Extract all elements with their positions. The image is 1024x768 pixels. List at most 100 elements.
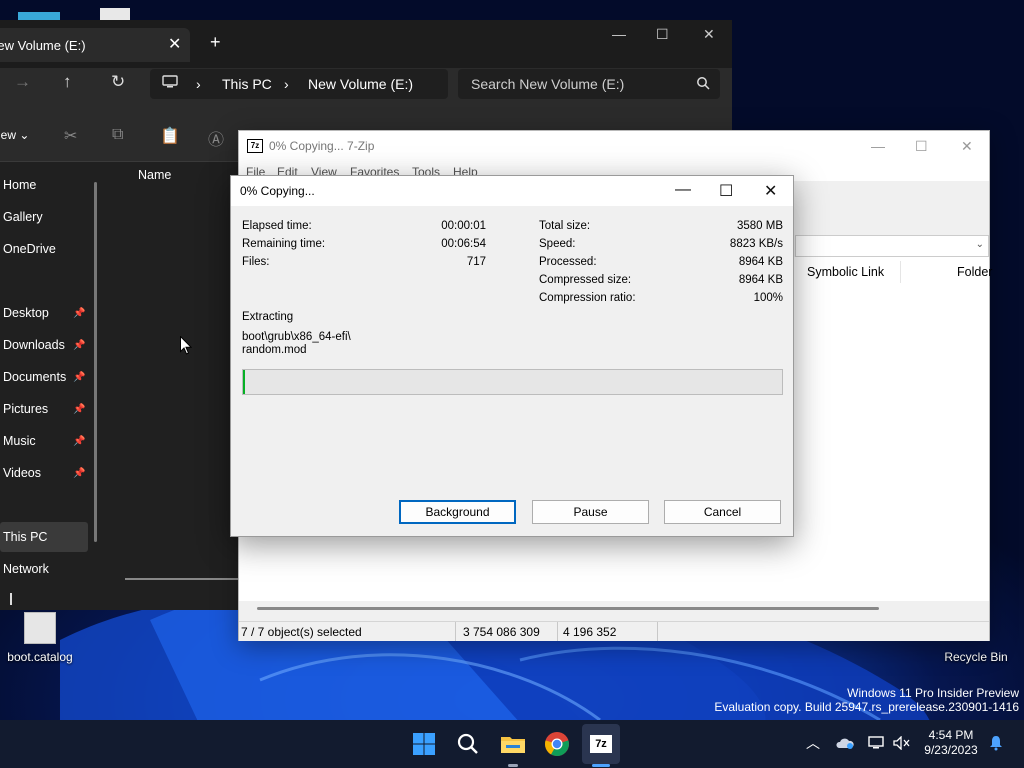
files-value: 717 (466, 256, 486, 268)
system-clock[interactable]: 4:54 PM 9/23/2023 (920, 728, 982, 758)
notification-bell-icon[interactable] (988, 735, 1004, 751)
volume-muted-icon[interactable] (893, 736, 911, 750)
navigation-scrollbar[interactable] (94, 182, 97, 542)
column-header-name[interactable]: Name (138, 168, 171, 182)
search-input[interactable]: Search New Volume (E:) (458, 69, 720, 99)
sidebar-item-desktop[interactable]: Desktop (3, 306, 49, 320)
sidebar-item-music[interactable]: Music (3, 434, 36, 448)
copy-progress-bar (242, 369, 783, 395)
breadcrumb-volume[interactable]: New Volume (E:) (308, 76, 413, 92)
pause-button[interactable]: Pause (532, 500, 649, 524)
sevenzip-status-bar: 7 / 7 object(s) selected 3 754 086 309 4… (239, 621, 989, 641)
files-label: Files: (242, 256, 270, 268)
start-icon[interactable] (408, 728, 440, 760)
navigation-pane: Home Gallery OneDrive Desktop 📌 Download… (0, 162, 98, 590)
background-button[interactable]: Background (399, 500, 516, 524)
pin-icon: 📌 (73, 340, 86, 351)
remaining-time-label: Remaining time: (242, 238, 326, 250)
taskbar: 7z ︿ 4:54 PM 9/23/2023 (0, 720, 1024, 768)
onedrive-icon[interactable] (836, 736, 854, 750)
dialog-title: 0% Copying... (240, 184, 315, 198)
minimize-icon[interactable]: — (675, 181, 691, 199)
cancel-button[interactable]: Cancel (664, 500, 781, 524)
clock-date: 9/23/2023 (924, 743, 978, 757)
explorer-nav-bar: → ↑ ↻ › This PC › New Volume (E:) Search… (0, 68, 732, 100)
explorer-tab[interactable]: New Volume (E:) ✕ (0, 28, 190, 62)
sidebar-item-documents[interactable]: Documents (3, 370, 66, 384)
address-bar[interactable]: › This PC › New Volume (E:) (150, 69, 448, 99)
watermark-line: Windows 11 Pro Insider Preview (847, 686, 1019, 700)
new-tab-icon[interactable]: + (210, 32, 221, 53)
sidebar-item-pictures[interactable]: Pictures (3, 402, 48, 416)
new-button[interactable]: New ⌄ (0, 128, 29, 142)
up-icon[interactable]: ↑ (63, 72, 72, 92)
sevenzip-app-icon: 7z (247, 139, 263, 153)
sidebar-item-network[interactable]: Network (3, 562, 49, 576)
path-combobox[interactable]: ⌄ (795, 235, 989, 257)
sidebar-item-gallery[interactable]: Gallery (3, 210, 43, 224)
status-separator (455, 622, 456, 641)
watermark-line: Evaluation copy. Build 25947.rs_prerelea… (714, 700, 1019, 714)
minimize-icon[interactable]: — (871, 138, 885, 154)
clock-time: 4:54 PM (928, 728, 974, 742)
speed-label: Speed: (539, 238, 576, 250)
compressed-size-value: 8964 KB (738, 274, 783, 286)
sidebar-item-this-pc[interactable]: This PC (3, 530, 47, 544)
sidebar-item-home[interactable]: Home (3, 178, 36, 192)
elapsed-time-label: Elapsed time: (242, 220, 312, 232)
maximize-icon[interactable]: ☐ (915, 138, 928, 155)
cut-icon[interactable]: ✂ (64, 126, 77, 146)
forward-icon[interactable]: → (14, 72, 31, 92)
pin-icon: 📌 (73, 436, 86, 447)
close-tab-icon[interactable]: ✕ (168, 34, 181, 54)
maximize-icon[interactable]: ☐ (719, 181, 733, 201)
desktop-icon-partial[interactable] (18, 12, 60, 20)
horizontal-scrollbar[interactable] (257, 607, 879, 610)
breadcrumb-this-pc[interactable]: This PC (222, 76, 272, 92)
rename-icon[interactable]: Ⓐ (208, 126, 224, 150)
horizontal-scrollbar[interactable] (125, 578, 240, 580)
active-indicator (592, 764, 610, 767)
sidebar-item-onedrive[interactable]: OneDrive (3, 242, 56, 256)
copy-progress-dialog: 0% Copying... — ☐ ✕ Elapsed time: 00:00:… (230, 175, 794, 537)
new-label: New (0, 128, 17, 142)
file-explorer-icon[interactable] (497, 728, 529, 760)
refresh-icon[interactable]: ↻ (111, 72, 125, 92)
progress-fill (243, 370, 245, 394)
desktop-icon-boot-catalog[interactable]: boot.catalog (0, 612, 80, 664)
sidebar-item-downloads[interactable]: Downloads (3, 338, 65, 352)
close-icon[interactable]: ✕ (961, 138, 973, 155)
chevron-right-icon: › (196, 76, 201, 92)
desktop-icon-partial-file[interactable] (100, 8, 130, 20)
chrome-icon[interactable] (541, 728, 573, 760)
minimize-icon[interactable]: — (612, 26, 626, 42)
sevenzip-taskbar-button[interactable]: 7z (582, 724, 620, 764)
dialog-title-bar: 0% Copying... — ☐ ✕ (231, 176, 793, 206)
current-file: random.mod (242, 344, 307, 356)
compressed-size-label: Compressed size: (539, 274, 632, 286)
status-selection: 7 / 7 object(s) selected (241, 625, 362, 639)
pin-icon: 📌 (73, 308, 86, 319)
status-packed-size: 4 196 352 (563, 625, 617, 639)
pin-icon: 📌 (73, 404, 86, 415)
operation-label: Extracting (242, 311, 294, 323)
sidebar-item-videos[interactable]: Videos (3, 466, 41, 480)
sevenzip-title: 0% Copying... 7-Zip (269, 139, 375, 153)
processed-value: 8964 KB (738, 256, 783, 268)
close-icon[interactable]: ✕ (703, 26, 715, 43)
search-icon[interactable] (452, 728, 484, 760)
column-header-symbolic-link[interactable]: Symbolic Link (807, 265, 884, 279)
network-icon[interactable] (868, 736, 886, 750)
chevron-right-icon: › (284, 76, 289, 92)
copy-icon[interactable]: ⧉ (112, 126, 123, 144)
column-header-folder[interactable]: Folder (957, 265, 992, 279)
explorer-tab-label: New Volume (E:) (0, 38, 86, 53)
elapsed-time-value: 00:00:01 (441, 220, 486, 232)
close-icon[interactable]: ✕ (764, 181, 777, 201)
pin-icon: 📌 (73, 372, 86, 383)
maximize-icon[interactable]: ☐ (656, 26, 669, 43)
paste-icon[interactable]: 📋 (160, 126, 180, 146)
evaluation-watermark: Windows 11 Pro Insider Preview Evaluatio… (714, 686, 1019, 714)
computer-icon (162, 74, 178, 93)
chevron-up-icon[interactable]: ︿ (806, 733, 820, 753)
